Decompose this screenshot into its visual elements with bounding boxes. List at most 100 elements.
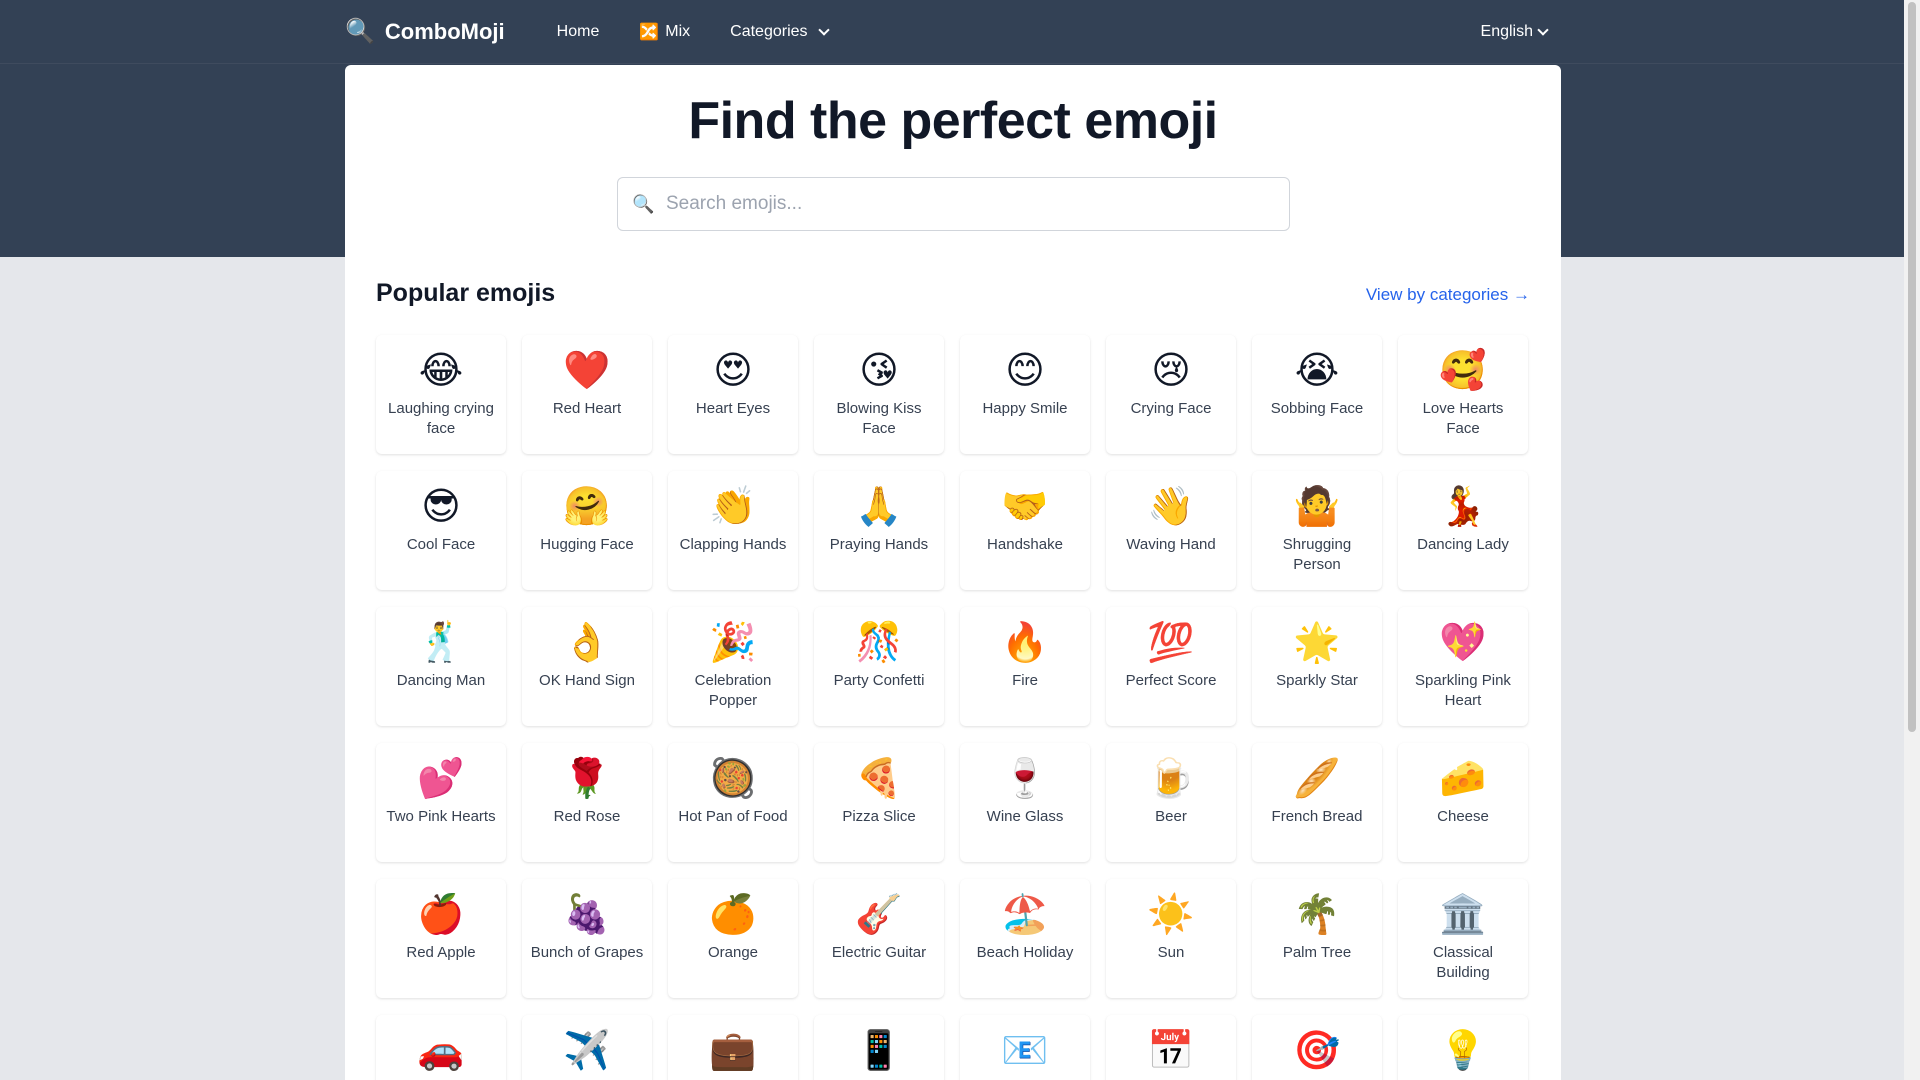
emoji-tile[interactable]: 💯 Perfect Score <box>1106 607 1236 726</box>
emoji-icon: 😊 <box>1005 350 1045 392</box>
emoji-tile[interactable]: 😎 Cool Face <box>376 471 506 590</box>
emoji-tile[interactable]: 🌟 Sparkly Star <box>1252 607 1382 726</box>
emoji-label: Sparkly Star <box>1276 672 1358 689</box>
emoji-label: Red Heart <box>552 400 622 417</box>
scrollbar-thumb[interactable] <box>1908 2 1916 732</box>
chevron-down-icon <box>817 24 830 36</box>
emoji-tile[interactable]: 🍕 Pizza Slice <box>814 743 944 862</box>
nav-mix-link[interactable]: 🔀 Mix <box>639 22 690 42</box>
emoji-icon: ☀️ <box>1147 894 1195 936</box>
emoji-icon: 🕺 <box>417 622 465 664</box>
emoji-label: Beer <box>1155 808 1187 825</box>
emoji-tile[interactable]: 🏖️ Beach Holiday <box>960 879 1090 998</box>
emoji-tile[interactable]: ❤️ Red Heart <box>522 335 652 454</box>
emoji-icon: 🎸 <box>855 894 903 936</box>
emoji-tile[interactable]: ☀️ Sun <box>1106 879 1236 998</box>
emoji-icon: 💖 <box>1439 622 1487 664</box>
emoji-tile[interactable]: 💡 <box>1398 1015 1528 1080</box>
emoji-tile[interactable]: 😘 Blowing Kiss Face <box>814 335 944 454</box>
emoji-icon: 🧀 <box>1439 758 1487 800</box>
emoji-label: OK Hand Sign <box>539 672 635 689</box>
emoji-tile[interactable]: 🍷 Wine Glass <box>960 743 1090 862</box>
emoji-tile[interactable]: 🎊 Party Confetti <box>814 607 944 726</box>
emoji-tile[interactable]: 🙏 Praying Hands <box>814 471 944 590</box>
emoji-label: Party Confetti <box>833 672 925 689</box>
emoji-tile[interactable]: 🥘 Hot Pan of Food <box>668 743 798 862</box>
emoji-icon: 😍 <box>713 350 753 392</box>
emoji-tile[interactable]: 😊 Happy Smile <box>960 335 1090 454</box>
emoji-tile[interactable]: 🌴 Palm Tree <box>1252 879 1382 998</box>
emoji-icon: 💯 <box>1147 622 1195 664</box>
nav-categories-label: Categories <box>730 23 808 40</box>
magnifier-logo-icon: 🔍 <box>345 18 375 45</box>
emoji-tile[interactable]: 🎯 <box>1252 1015 1382 1080</box>
emoji-label: French Bread <box>1271 808 1363 825</box>
emoji-tile[interactable]: 💼 <box>668 1015 798 1080</box>
main-card: Find the perfect emoji 🔍 Popular emojis … <box>345 65 1561 1080</box>
emoji-icon: 🚗 <box>417 1030 465 1072</box>
emoji-label: Beach Holiday <box>976 944 1074 961</box>
emoji-label: Sun <box>1157 944 1185 961</box>
emoji-label: Hugging Face <box>540 536 634 553</box>
emoji-tile[interactable]: 👌 OK Hand Sign <box>522 607 652 726</box>
emoji-icon: 😘 <box>859 350 899 392</box>
emoji-label: Celebration Popper <box>694 672 772 709</box>
emoji-tile[interactable]: 🍎 Red Apple <box>376 879 506 998</box>
emoji-tile[interactable]: 🎉 Celebration Popper <box>668 607 798 726</box>
emoji-tile[interactable]: 🌹 Red Rose <box>522 743 652 862</box>
emoji-icon: 🍊 <box>709 894 757 936</box>
view-by-categories-link[interactable]: View by categories → <box>1366 285 1530 305</box>
emoji-tile[interactable]: 😂 Laughing crying face <box>376 335 506 454</box>
emoji-tile[interactable]: 💕 Two Pink Hearts <box>376 743 506 862</box>
emoji-tile[interactable]: 🍇 Bunch of Grapes <box>522 879 652 998</box>
emoji-tile[interactable]: 🤝 Handshake <box>960 471 1090 590</box>
search-input[interactable] <box>666 193 1266 215</box>
emoji-tile[interactable]: 🕺 Dancing Man <box>376 607 506 726</box>
emoji-tile[interactable]: 🧀 Cheese <box>1398 743 1528 862</box>
emoji-icon: 🌴 <box>1293 894 1341 936</box>
emoji-tile[interactable]: 🥰 Love Hearts Face <box>1398 335 1528 454</box>
emoji-icon: 💕 <box>417 758 465 800</box>
emoji-tile[interactable]: 🤷 Shrugging Person <box>1252 471 1382 590</box>
emoji-label: Classical Building <box>1432 944 1493 981</box>
brand-logo-link[interactable]: 🔍 ComboMoji <box>345 19 505 45</box>
emoji-icon: 🎯 <box>1293 1030 1341 1072</box>
emoji-label: Love Hearts Face <box>1422 400 1504 437</box>
emoji-tile[interactable]: 😍 Heart Eyes <box>668 335 798 454</box>
emoji-icon: 💃 <box>1439 486 1487 528</box>
emoji-icon: 💡 <box>1439 1030 1487 1072</box>
emoji-tile[interactable]: 📱 <box>814 1015 944 1080</box>
emoji-tile[interactable]: 📧 <box>960 1015 1090 1080</box>
emoji-label: Heart Eyes <box>695 400 771 417</box>
emoji-tile[interactable]: 💃 Dancing Lady <box>1398 471 1528 590</box>
emoji-tile[interactable]: 🚗 <box>376 1015 506 1080</box>
emoji-tile[interactable]: 🏛️ Classical Building <box>1398 879 1528 998</box>
emoji-icon: ❤️ <box>563 350 611 392</box>
emoji-icon: 🍇 <box>563 894 611 936</box>
emoji-tile[interactable]: 🤗 Hugging Face <box>522 471 652 590</box>
emoji-tile[interactable]: 🔥 Fire <box>960 607 1090 726</box>
emoji-icon: 😭 <box>1294 350 1340 392</box>
emoji-tile[interactable]: 👋 Waving Hand <box>1106 471 1236 590</box>
emoji-label: Laughing crying face <box>388 400 494 437</box>
emoji-tile[interactable]: 🎸 Electric Guitar <box>814 879 944 998</box>
emoji-tile[interactable]: 😭 Sobbing Face <box>1252 335 1382 454</box>
language-selector[interactable]: English <box>1481 23 1561 41</box>
search-icon: 🔍 <box>632 193 655 214</box>
nav-home-link[interactable]: Home <box>557 23 600 41</box>
nav-categories-dropdown[interactable]: Categories <box>730 23 830 41</box>
emoji-label: Red Apple <box>406 944 476 961</box>
emoji-tile[interactable]: 👏 Clapping Hands <box>668 471 798 590</box>
emoji-tile[interactable]: 💖 Sparkling Pink Heart <box>1398 607 1528 726</box>
emoji-icon: 🙏 <box>855 486 903 528</box>
nav-links: Home 🔀 Mix Categories <box>557 22 830 42</box>
emoji-label: Waving Hand <box>1126 536 1216 553</box>
emoji-tile[interactable]: 🍺 Beer <box>1106 743 1236 862</box>
emoji-tile[interactable]: 🥖 French Bread <box>1252 743 1382 862</box>
emoji-tile[interactable]: ✈️ <box>522 1015 652 1080</box>
emoji-tile[interactable]: 🍊 Orange <box>668 879 798 998</box>
emoji-tile[interactable]: 😢 Crying Face <box>1106 335 1236 454</box>
emoji-tile[interactable]: 📅 <box>1106 1015 1236 1080</box>
emoji-label: Dancing Man <box>396 672 486 689</box>
emoji-icon: 👋 <box>1147 486 1195 528</box>
